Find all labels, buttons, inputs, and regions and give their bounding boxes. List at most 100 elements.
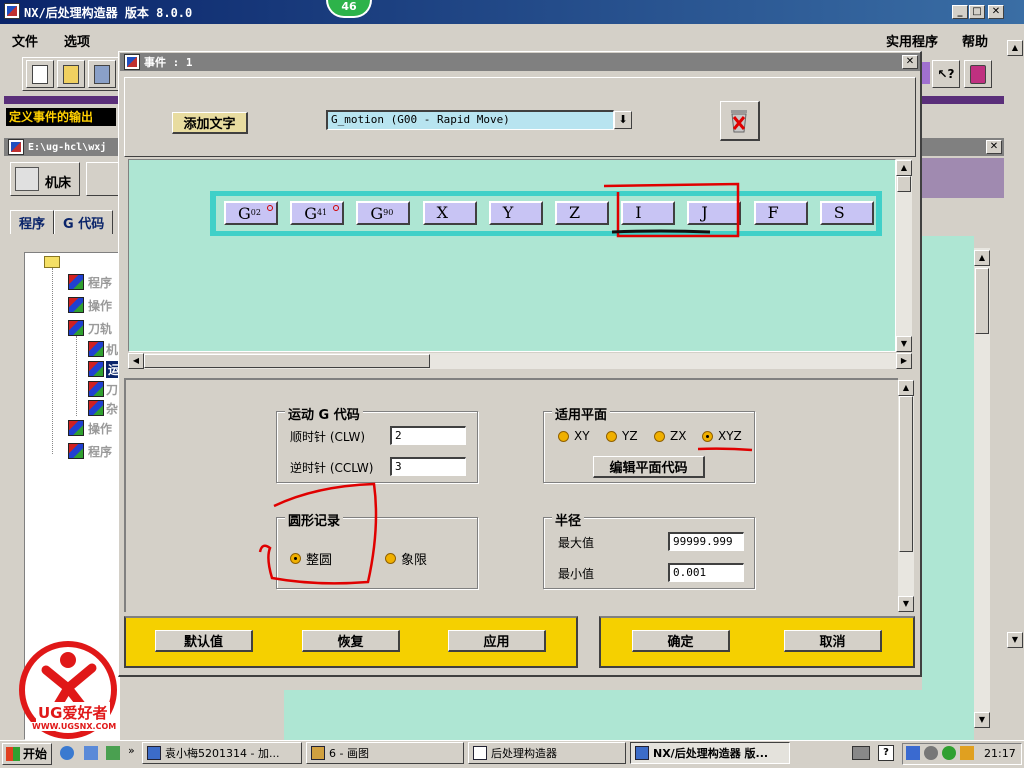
minimize-button[interactable]: _ [952, 5, 968, 19]
tree-item[interactable]: 程序 [88, 274, 112, 291]
edit-plane-code-button[interactable]: 编辑平面代码 [593, 456, 705, 478]
background-canvas [284, 690, 974, 740]
open-folder-icon[interactable] [57, 60, 85, 88]
save-icon[interactable] [88, 60, 116, 88]
sub-close-button[interactable]: ✕ [986, 140, 1002, 154]
plane-radio-xyz[interactable]: XYZ [702, 429, 742, 443]
block-g90[interactable]: G90 [356, 201, 411, 225]
canvas-scroll-right[interactable]: ▶ [896, 353, 912, 369]
trash-glyph [731, 110, 747, 133]
security-icon[interactable] [942, 746, 956, 760]
maximize-button[interactable]: □ [969, 5, 985, 19]
start-label: 开始 [23, 747, 48, 761]
network-icon[interactable] [906, 746, 920, 760]
taskbar-item-paint[interactable]: 6 - 画图 [306, 742, 464, 764]
menu-help[interactable]: 帮助 [962, 31, 988, 50]
quick-launch-ie-icon[interactable] [60, 746, 74, 760]
help-tray-icon[interactable]: ? [878, 745, 894, 761]
tree-item[interactable]: 刀轨 [88, 320, 112, 337]
tree-item[interactable]: 刀 [106, 381, 118, 398]
paint-icon [311, 746, 325, 760]
block-y[interactable]: Y [488, 201, 543, 225]
tree-item[interactable]: 机 [106, 341, 118, 358]
param-vscroll-thumb[interactable] [899, 396, 913, 552]
block-canvas [128, 159, 896, 352]
canvas-scroll-down[interactable]: ▼ [896, 336, 912, 352]
block-g02[interactable]: G02 [224, 201, 278, 225]
radio-dot-selected-icon [702, 430, 713, 442]
circle-radio-quadrant[interactable]: 象限 [385, 549, 427, 568]
block-x[interactable]: X [422, 201, 477, 225]
tree-item-icon [88, 341, 104, 357]
apply-button[interactable]: 应用 [448, 630, 546, 652]
taskbar-item-label: 后处理构造器 [491, 747, 557, 760]
cancel-button[interactable]: 取消 [784, 630, 882, 652]
annotation-underline-xyz [697, 447, 753, 452]
sub-scroll-thumb[interactable] [975, 268, 989, 334]
tab-gcode[interactable]: G 代码 [54, 210, 114, 234]
keyboard-icon[interactable] [852, 746, 870, 760]
canvas-vscroll-thumb[interactable] [897, 176, 911, 192]
main-scroll-down[interactable]: ▼ [1007, 632, 1023, 648]
radius-min-input[interactable]: 0.001 [668, 563, 744, 582]
tree-connector-2 [76, 336, 77, 416]
block-f[interactable]: F [753, 201, 808, 225]
tab-program[interactable]: 程序 [10, 210, 55, 234]
block-s[interactable]: S [819, 201, 874, 225]
close-button[interactable]: ✕ [988, 5, 1004, 19]
clw-label: 顺时针 (CLW) [290, 430, 366, 444]
block-sub-label: 02 [250, 208, 261, 217]
nx-icon [635, 746, 649, 760]
new-file-icon[interactable] [26, 60, 54, 88]
tree-item[interactable]: 操作 [88, 297, 112, 314]
default-button[interactable]: 默认值 [155, 630, 253, 652]
trash-icon[interactable] [720, 101, 760, 141]
sub-scroll-up[interactable]: ▲ [974, 250, 990, 266]
dialog-close-button[interactable]: ✕ [902, 55, 918, 69]
clw-input[interactable]: 2 [390, 426, 466, 445]
param-scroll-up[interactable]: ▲ [898, 380, 914, 396]
canvas-scroll-up[interactable]: ▲ [896, 160, 912, 176]
taskbar-item-browser[interactable]: 袁小梅5201314 - 加... [142, 742, 302, 764]
modal-marker-icon [267, 205, 273, 211]
tree-item[interactable]: 杂 [106, 400, 118, 417]
ok-button[interactable]: 确定 [632, 630, 730, 652]
radius-max-input[interactable]: 99999.999 [668, 532, 744, 551]
menu-file[interactable]: 文件 [12, 31, 38, 50]
annotation-overlay-top [603, 182, 740, 238]
plane-xyz-label: XYZ [718, 429, 742, 443]
volume-icon[interactable] [924, 746, 938, 760]
menu-options[interactable]: 选项 [64, 31, 90, 50]
main-scroll-up[interactable]: ▲ [1007, 40, 1023, 56]
logo-url: WWW.UGSNX.COM [30, 722, 119, 731]
cclw-label: 逆时针 (CCLW) [290, 461, 374, 475]
plane-radio-xy[interactable]: XY [558, 429, 590, 443]
machine-icon [15, 167, 39, 191]
sub-scroll-down[interactable]: ▼ [974, 712, 990, 728]
start-button[interactable]: 开始 [2, 743, 52, 765]
help-book-icon[interactable] [964, 60, 992, 88]
param-scroll-down[interactable]: ▼ [898, 596, 914, 612]
restore-button[interactable]: 恢复 [302, 630, 400, 652]
add-text-button[interactable]: 添加文字 [172, 112, 248, 134]
dropdown-arrow-icon[interactable]: ⬇ [614, 111, 632, 129]
tree-item[interactable]: 程序 [88, 443, 112, 460]
tree-item[interactable]: 操作 [88, 420, 112, 437]
quick-launch-desktop-icon[interactable] [84, 746, 98, 760]
plane-radio-zx[interactable]: ZX [654, 429, 686, 443]
canvas-hscroll-thumb[interactable] [144, 354, 430, 368]
cclw-input[interactable]: 3 [390, 457, 466, 476]
shield-icon[interactable] [960, 746, 974, 760]
plane-radio-yz[interactable]: YZ [606, 429, 638, 443]
address-select[interactable]: G_motion (G00 - Rapid Move) ⬇ [326, 110, 634, 130]
toolpath-tool-button[interactable] [86, 162, 120, 196]
machine-tool-button[interactable]: 机床 [10, 162, 80, 196]
block-g41[interactable]: G41 [290, 201, 345, 225]
context-help-icon[interactable]: ↖? [932, 60, 960, 88]
canvas-scroll-left[interactable]: ◀ [128, 353, 144, 369]
quick-launch-more-icon[interactable]: » [128, 744, 135, 757]
taskbar-item-postbuilder[interactable]: 后处理构造器 [468, 742, 626, 764]
menu-utilities[interactable]: 实用程序 [886, 31, 938, 50]
quick-launch-app-icon[interactable] [106, 746, 120, 760]
taskbar-item-nx-postbuilder[interactable]: NX/后处理构造器 版... [630, 742, 790, 764]
